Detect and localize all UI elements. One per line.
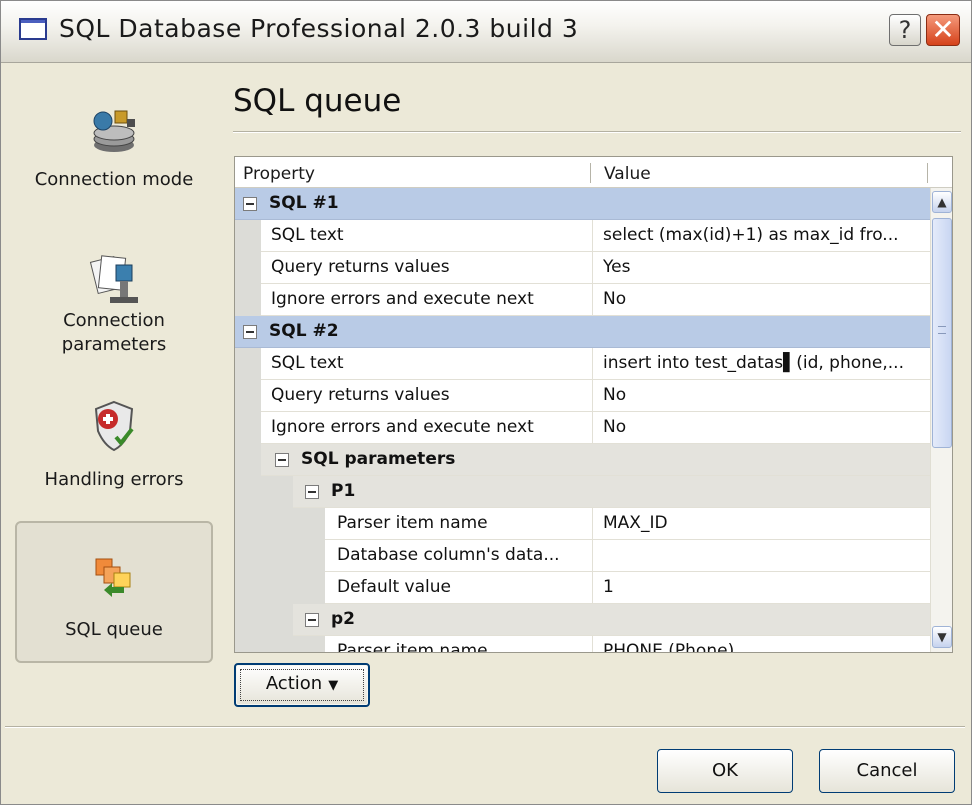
subgroup-row[interactable]: SQL parameters [235, 444, 930, 476]
row-indent [235, 572, 325, 604]
table-row[interactable]: Ignore errors and execute next No [235, 412, 930, 444]
help-button[interactable]: ? [889, 14, 921, 46]
column-divider [927, 163, 928, 183]
sidebar: Connection mode Connection parameters Ha… [15, 73, 213, 713]
row-indent [235, 444, 261, 476]
sidebar-item-label: Connection parameters [15, 309, 213, 357]
scroll-up-button[interactable]: ▲ [932, 191, 952, 213]
action-button[interactable]: Action ▼ [234, 663, 370, 707]
row-indent [235, 380, 261, 412]
sidebar-item-label-text: Connection parameters [61, 310, 167, 355]
focus-rect [240, 669, 364, 701]
group-label: P1 [331, 481, 356, 501]
vertical-scrollbar[interactable]: ▲ ▼ [930, 188, 952, 652]
scroll-down-button[interactable]: ▼ [932, 626, 952, 648]
group-row[interactable]: SQL #2 [235, 316, 930, 348]
subgroup-row[interactable]: P1 [235, 476, 930, 508]
page-title: SQL queue [233, 83, 402, 119]
group-label: SQL #2 [269, 321, 339, 341]
property-value[interactable]: select (max(id)+1) as max_id fro... [593, 220, 930, 252]
table-row[interactable]: SQL text insert into test_datas▌(id, pho… [235, 348, 930, 380]
collapse-icon[interactable] [243, 197, 257, 211]
window-title: SQL Database Professional 2.0.3 build 3 [59, 14, 579, 43]
sidebar-item-connection-parameters[interactable]: Connection parameters [15, 251, 213, 381]
table-row[interactable]: Query returns values Yes [235, 252, 930, 284]
group-label: SQL #1 [269, 193, 339, 213]
property-value[interactable]: No [593, 380, 930, 412]
row-indent [235, 252, 261, 284]
title-bar[interactable]: SQL Database Professional 2.0.3 build 3 … [1, 1, 971, 63]
table-row[interactable]: Database column's data... [235, 540, 930, 572]
property-name: Ignore errors and execute next [261, 412, 593, 444]
row-indent [235, 508, 325, 540]
grid-rows: SQL #1 SQL text select (max(id)+1) as ma… [235, 188, 930, 652]
table-row[interactable]: Parser item name PHONE (Phone) [235, 636, 930, 652]
row-indent [235, 284, 261, 316]
window-icon [19, 18, 47, 40]
collapse-icon[interactable] [305, 485, 319, 499]
row-indent [235, 220, 261, 252]
row-indent [235, 412, 261, 444]
sidebar-item-label: Connection mode [34, 169, 194, 190]
property-value[interactable]: 1 [593, 572, 930, 604]
row-indent [235, 604, 293, 636]
sidebar-item-label: SQL queue [65, 619, 163, 640]
property-name: Default value [325, 572, 593, 604]
close-button[interactable]: ✕ [926, 14, 960, 46]
property-name: SQL text [261, 348, 593, 380]
property-name: Parser item name [325, 508, 593, 540]
database-icon [93, 110, 135, 152]
title-divider [233, 131, 961, 133]
table-row[interactable]: Default value 1 [235, 572, 930, 604]
subgroup-row[interactable]: p2 [235, 604, 930, 636]
table-row[interactable]: SQL text select (max(id)+1) as max_id fr… [235, 220, 930, 252]
grip-icon [938, 326, 946, 334]
sidebar-item-handling-errors[interactable]: Handling errors [15, 399, 213, 511]
dialog-window: SQL Database Professional 2.0.3 build 3 … [0, 0, 972, 805]
scroll-thumb[interactable] [932, 218, 952, 448]
property-value[interactable]: No [593, 284, 930, 316]
column-header-property[interactable]: Property [243, 164, 315, 184]
column-header-value[interactable]: Value [604, 164, 651, 184]
property-value[interactable]: PHONE (Phone) [593, 636, 930, 652]
property-name: Database column's data... [325, 540, 593, 572]
row-indent [235, 348, 261, 380]
property-grid[interactable]: Property Value SQL #1 SQL text select (m… [234, 156, 953, 653]
queue-icon [95, 558, 131, 597]
collapse-icon[interactable] [305, 613, 319, 627]
footer-divider [5, 726, 965, 728]
property-name: Parser item name [325, 636, 593, 652]
property-value[interactable]: insert into test_datas▌(id, phone,... [593, 348, 930, 380]
group-label: SQL parameters [301, 449, 456, 469]
property-value[interactable]: No [593, 412, 930, 444]
connection-icon [89, 255, 138, 303]
property-value[interactable]: MAX_ID [593, 508, 930, 540]
sidebar-item-label: Handling errors [44, 469, 184, 490]
property-name: Ignore errors and execute next [261, 284, 593, 316]
grid-header: Property Value [235, 157, 952, 188]
table-row[interactable]: Ignore errors and execute next No [235, 284, 930, 316]
row-indent [235, 476, 293, 508]
group-label: p2 [331, 609, 355, 629]
table-row[interactable]: Parser item name MAX_ID [235, 508, 930, 540]
sidebar-item-sql-queue[interactable]: SQL queue [15, 521, 213, 663]
property-name: Query returns values [261, 380, 593, 412]
table-row[interactable]: Query returns values No [235, 380, 930, 412]
sidebar-item-connection-mode[interactable]: Connection mode [15, 109, 213, 219]
shield-error-icon [94, 400, 134, 452]
collapse-icon[interactable] [243, 325, 257, 339]
column-divider[interactable] [590, 163, 591, 183]
cancel-button[interactable]: Cancel [819, 749, 955, 793]
row-indent [235, 636, 325, 652]
property-name: Query returns values [261, 252, 593, 284]
property-name: SQL text [261, 220, 593, 252]
ok-button[interactable]: OK [657, 749, 793, 793]
property-value[interactable] [593, 540, 930, 572]
row-indent [235, 540, 325, 572]
property-value[interactable]: Yes [593, 252, 930, 284]
group-row[interactable]: SQL #1 [235, 188, 930, 220]
collapse-icon[interactable] [275, 453, 289, 467]
